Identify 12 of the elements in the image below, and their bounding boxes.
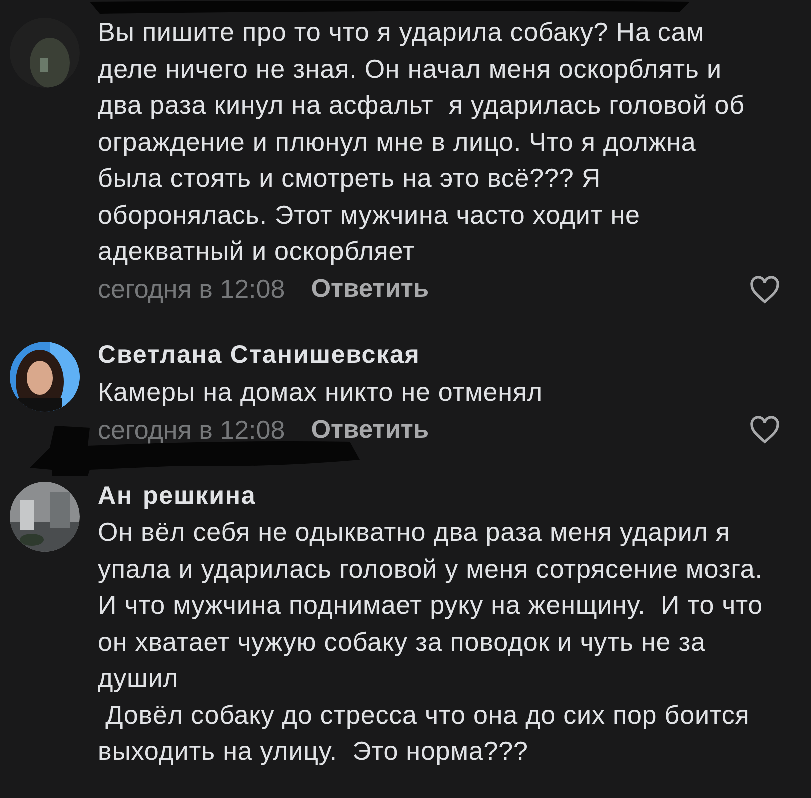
author-name[interactable]: решкина [142,482,256,510]
author-name[interactable]: Светлана Станишевская [98,341,420,370]
comment-text: Вы пишите про то что я ударила собаку? На сам деле ничего не зная. Он начал меня оскорблять и два раза кинул на асфальт я ударилась головой об ограждение и плюнул мне в лицо. Что я должна была стоять и смотреть на это всё??? Я оборонялась. Этот мужчина часто ходит не адекватный и оскорбляет [98,16,746,268]
heart-icon[interactable] [750,416,780,444]
comment-text: Он вёл себя не одыкватно два раза меня ударил я упала и ударилась головой у меня сотрясение мозга. И что мужчина поднимает руку на женщину. И то что он хватает чужую собаку за поводок и чуть не за душил Довёл собаку до стресса что она до сих пор боится выходить на улицу. Это норма??? [98,516,764,768]
author-name[interactable]: Ан [98,482,133,510]
comment-text: Камеры на домах никто не отменял [98,376,544,408]
heart-icon[interactable] [750,276,780,304]
comment-time: сегодня в 12:08 [98,274,286,305]
reply-link[interactable]: Ответить [311,416,430,444]
comment-time: сегодня в 12:08 [98,414,286,446]
reply-link[interactable]: Ответить [311,275,430,304]
